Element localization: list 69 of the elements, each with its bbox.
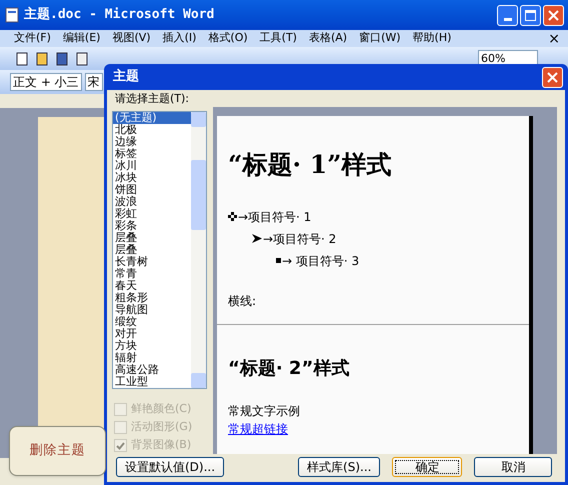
checkmark-icon	[116, 442, 125, 450]
bullet-item-text: →项目符号· 2	[263, 230, 336, 248]
heading-one-sample: “标题· 1”样式	[228, 149, 393, 181]
dialog-button[interactable]: 确定	[392, 457, 462, 477]
scrollbar[interactable]	[191, 112, 206, 388]
theme-list-item[interactable]: 彩条	[113, 220, 191, 232]
diamond-bullet-icon	[228, 212, 237, 221]
theme-list-item[interactable]: 边缘	[113, 136, 191, 148]
checkbox-label: 活动图形(G)	[131, 419, 192, 436]
theme-list-item[interactable]: 冰块	[113, 172, 191, 184]
theme-list-item[interactable]: 彩虹	[113, 208, 191, 220]
theme-list-item[interactable]: 饼图	[113, 184, 191, 196]
theme-list-item[interactable]: 北极	[113, 124, 191, 136]
dialog-button[interactable]: 设置默认值(D)...	[116, 457, 224, 477]
menu-item[interactable]: 表格(A)	[308, 30, 348, 47]
theme-list-item[interactable]: 粗条形	[113, 292, 191, 304]
callout-label: 删除主题	[30, 442, 86, 460]
font-dropdown[interactable]: 宋	[84, 73, 103, 91]
dialog-button[interactable]: 样式库(S)...	[298, 457, 380, 477]
menu-item[interactable]: 帮助(H)	[412, 30, 452, 47]
theme-list-item[interactable]: 辐射	[113, 352, 191, 364]
theme-list-item[interactable]: 长青树	[113, 256, 191, 268]
close-button[interactable]	[543, 4, 564, 26]
heading-two-sample: “标题· 2”样式	[228, 356, 350, 380]
hyperlink-sample[interactable]: 常规超链接	[228, 420, 529, 438]
theme-list-item[interactable]: (无主题)	[113, 112, 191, 124]
theme-list-item[interactable]: 对开	[113, 328, 191, 340]
theme-list-item[interactable]: 层叠	[113, 232, 191, 244]
arrowhead-bullet-icon	[252, 234, 262, 243]
document-icon	[4, 7, 20, 23]
menu-item[interactable]: 视图(V)	[112, 30, 151, 47]
theme-list-item[interactable]: 春天	[113, 280, 191, 292]
close-document-button[interactable]: ×	[548, 32, 560, 46]
checkbox-label: 背景图像(B)	[131, 437, 192, 454]
theme-list-item[interactable]: 方块	[113, 340, 191, 352]
close-icon	[547, 72, 558, 82]
menu-item[interactable]: 文件(F)	[14, 30, 51, 47]
bullet-item-text: →项目符号· 1	[238, 208, 312, 226]
menu-item[interactable]: 插入(I)	[162, 30, 196, 47]
menu-item[interactable]: 格式(O)	[208, 30, 248, 47]
theme-prompt-label: 请选择主题(T):	[114, 91, 190, 107]
theme-list-item[interactable]: 缎纹	[113, 316, 191, 328]
horizontal-rule-label: 横线:	[228, 292, 258, 310]
theme-list-item[interactable]: 高速公路	[113, 364, 191, 376]
theme-list-item[interactable]: 层叠	[113, 244, 191, 256]
theme-list-item[interactable]: 常青	[113, 268, 191, 280]
theme-list-item[interactable]: 标签	[113, 148, 191, 160]
theme-list-item[interactable]: 波浪	[113, 196, 191, 208]
theme-list-item[interactable]: 导航图	[113, 304, 191, 316]
maximize-button[interactable]	[520, 4, 541, 26]
style-dropdown[interactable]: 正文 + 小三	[10, 73, 82, 91]
close-icon	[548, 10, 559, 20]
square-bullet-icon	[276, 258, 281, 263]
window-title: 主题.doc - Microsoft Word	[24, 6, 214, 24]
dialog-title: 主题	[113, 68, 139, 86]
dialog-close-button[interactable]	[542, 66, 563, 88]
menu-item[interactable]: 窗口(W)	[359, 30, 401, 47]
dialog-button[interactable]: 取消	[474, 457, 552, 477]
minimize-icon	[504, 18, 512, 20]
menu-item[interactable]: 工具(T)	[260, 30, 297, 47]
minimize-button[interactable]	[497, 4, 518, 26]
new-document-icon[interactable]	[14, 50, 30, 66]
bullet-item-text: → 项目符号· 3	[282, 252, 360, 270]
theme-list-item[interactable]: 工业型	[113, 376, 191, 388]
menu-item[interactable]: 编辑(E)	[62, 30, 100, 47]
checkbox-label: 鲜艳颜色(C)	[131, 401, 192, 418]
maximize-icon	[525, 10, 536, 20]
body-text-sample: 常规文字示例	[228, 402, 301, 420]
theme-list-item[interactable]: 冰川	[113, 160, 191, 172]
